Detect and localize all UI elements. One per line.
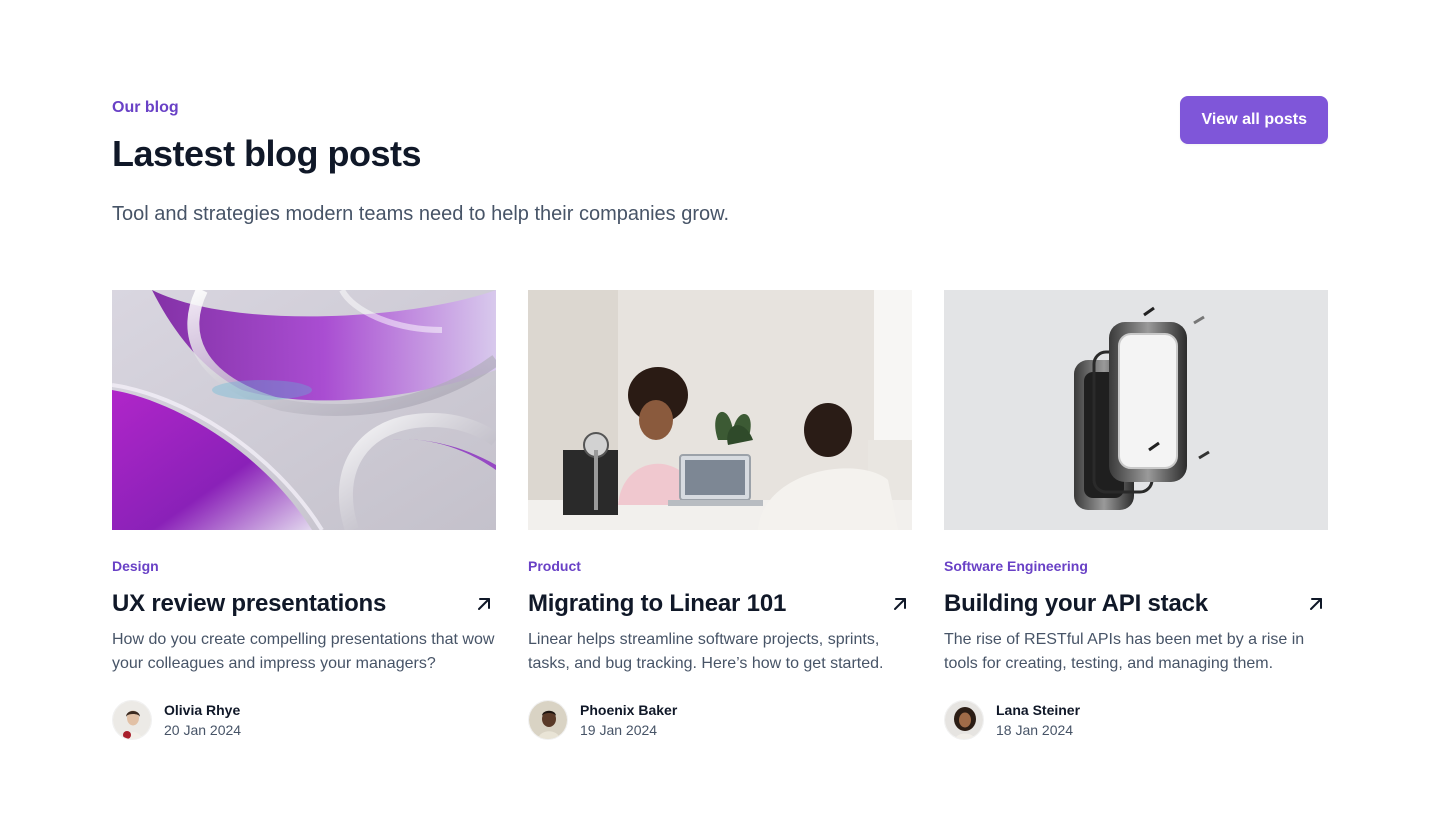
post-title-row[interactable]: UX review presentations xyxy=(112,588,496,620)
arrow-up-right-icon[interactable] xyxy=(1304,592,1328,616)
section-eyebrow: Our blog xyxy=(112,99,179,116)
abstract-glass-rings-image[interactable] xyxy=(112,290,496,530)
post-title[interactable]: UX review presentations xyxy=(112,588,386,620)
post-author: Olivia Rhye 20 Jan 2024 xyxy=(112,700,496,740)
blog-post-card[interactable]: Design UX review presentations How do yo… xyxy=(112,290,496,740)
post-excerpt: The rise of RESTful APIs has been met by… xyxy=(944,631,1305,672)
post-category[interactable]: Software Engineering xyxy=(944,556,1328,576)
author-name: Phoenix Baker xyxy=(580,702,678,718)
post-author: Phoenix Baker 19 Jan 2024 xyxy=(528,700,912,740)
author-meta: Phoenix Baker 19 Jan 2024 xyxy=(580,700,677,740)
blog-post-card[interactable]: Product Migrating to Linear 101 Linear h… xyxy=(528,290,912,740)
arrow-up-right-icon[interactable] xyxy=(888,592,912,616)
author-meta: Olivia Rhye 20 Jan 2024 xyxy=(164,700,241,740)
exploded-metal-frames-image[interactable] xyxy=(944,290,1328,530)
author-meta: Lana Steiner 18 Jan 2024 xyxy=(996,700,1080,740)
post-excerpt: How do you create compelling presentatio… xyxy=(112,631,495,672)
author-name: Lana Steiner xyxy=(996,702,1081,718)
blog-header: Our blog Lastest blog posts Tool and str… xyxy=(112,96,1328,236)
post-author: Lana Steiner 18 Jan 2024 xyxy=(944,700,1328,740)
blog-post-card[interactable]: Software Engineering Building your API s… xyxy=(944,290,1328,740)
page-title: Lastest blog posts xyxy=(112,133,422,174)
post-excerpt: Linear helps streamline software project… xyxy=(528,631,884,672)
blog-post-list: Design UX review presentations How do yo… xyxy=(112,290,1328,740)
post-category[interactable]: Product xyxy=(528,556,912,576)
post-date: 19 Jan 2024 xyxy=(580,722,658,738)
people-at-desk-image[interactable] xyxy=(528,290,912,530)
blog-section: Our blog Lastest blog posts Tool and str… xyxy=(0,0,1440,830)
view-all-posts-button[interactable]: View all posts xyxy=(1180,96,1328,144)
arrow-up-right-icon[interactable] xyxy=(472,592,496,616)
post-title[interactable]: Migrating to Linear 101 xyxy=(528,588,786,620)
post-category[interactable]: Design xyxy=(112,556,496,576)
post-date: 20 Jan 2024 xyxy=(164,722,242,738)
page-subtitle: Tool and strategies modern teams need to… xyxy=(112,203,730,225)
post-title[interactable]: Building your API stack xyxy=(944,588,1208,620)
avatar xyxy=(944,700,984,740)
post-title-row[interactable]: Migrating to Linear 101 xyxy=(528,588,912,620)
avatar xyxy=(112,700,152,740)
post-title-row[interactable]: Building your API stack xyxy=(944,588,1328,620)
avatar xyxy=(528,700,568,740)
author-name: Olivia Rhye xyxy=(164,702,241,718)
post-date: 18 Jan 2024 xyxy=(996,722,1074,738)
